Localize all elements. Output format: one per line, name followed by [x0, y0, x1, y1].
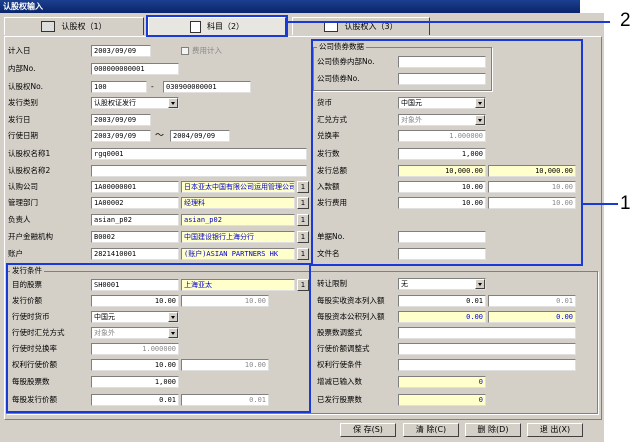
issue-type-value: 认股权证发行 — [94, 99, 136, 107]
adjust-field[interactable] — [398, 327, 576, 339]
person-label: 负责人 — [8, 215, 31, 224]
exercise-to-field[interactable]: 2004/09/09 — [170, 130, 230, 142]
warrant-no-b-field[interactable]: 030900000001 — [163, 81, 251, 93]
subscribe-co-label: 认购公司 — [8, 182, 38, 191]
dash-text: - — [151, 82, 154, 91]
warrant-no-label: 认股权No. — [8, 82, 43, 91]
bank-name-field: 中国建设银行上海分行 — [181, 231, 295, 243]
capital-field[interactable]: 0.01 — [398, 295, 486, 307]
reserve-field: 0.00 — [398, 311, 486, 323]
issued-label: 已发行股票数 — [317, 395, 362, 404]
price-adjust-field[interactable] — [398, 343, 576, 355]
warrant-no-a-field[interactable]: 100 — [91, 81, 147, 93]
save-button[interactable]: 保 存(S) — [340, 423, 396, 437]
price-adjust-label: 行使价额调整式 — [317, 344, 370, 353]
panel-callout-line — [583, 203, 618, 205]
reserve-base-field: 0.00 — [488, 311, 576, 323]
fee-checkbox[interactable] — [181, 47, 189, 55]
tilde-text: ～ — [155, 131, 165, 141]
bank-label: 开户金融机构 — [8, 232, 53, 241]
name1-field[interactable]: rgq0001 — [91, 148, 307, 160]
added-label: 增减已输入数 — [317, 377, 362, 386]
exercise-cond-label: 权利行使条件 — [317, 360, 362, 369]
adjust-label: 股票数调整式 — [317, 328, 362, 337]
tab-callout-line — [288, 21, 610, 23]
account-lookup-button[interactable]: 1 — [297, 248, 309, 260]
subscribe-co-name-field: 日本亚太中国有限公司运用管理公司 — [181, 181, 295, 193]
clear-button[interactable]: 清 除(C) — [403, 423, 459, 437]
manage-dept-code-field[interactable]: 1A00002 — [91, 197, 179, 209]
exercise-cond-field[interactable] — [398, 359, 576, 371]
input-date-field[interactable]: 2003/09/09 — [91, 45, 151, 57]
name2-label: 认股权名称2 — [8, 166, 51, 175]
window-title: 认股权输入 — [0, 0, 580, 13]
issue-type-select[interactable]: 认股权证发行 — [91, 97, 179, 109]
internal-no-field[interactable]: 000000000001 — [91, 63, 179, 75]
person-code-field[interactable]: asian_p02 — [91, 214, 179, 226]
chevron-down-icon[interactable] — [168, 98, 178, 108]
manage-dept-label: 管理部门 — [8, 198, 38, 207]
name2-field[interactable] — [91, 165, 307, 177]
subscribe-co-lookup-button[interactable]: 1 — [297, 181, 309, 193]
tab-highlight-box — [146, 15, 288, 37]
book-icon — [41, 21, 56, 32]
manage-dept-name-field: 经理科 — [181, 197, 295, 209]
person-lookup-button[interactable]: 1 — [297, 214, 309, 226]
subscribe-co-code-field[interactable]: 1A00000001 — [91, 181, 179, 193]
added-field: 0 — [398, 376, 486, 388]
chevron-down-icon[interactable] — [475, 279, 485, 289]
issue-date-label: 发行日 — [8, 115, 31, 124]
manage-dept-lookup-button[interactable]: 1 — [297, 197, 309, 209]
transfer-limit-value: 无 — [401, 280, 408, 288]
capital-label: 每股实收资本列入额 — [317, 296, 385, 305]
issue-date-field[interactable]: 2003/09/09 — [91, 114, 151, 126]
bank-code-field[interactable]: B0002 — [91, 231, 179, 243]
issue-type-label: 发行类别 — [8, 98, 38, 107]
name1-label: 认股权名称1 — [8, 149, 51, 158]
exit-button[interactable]: 退 出(X) — [527, 423, 583, 437]
tab-warrant-label: 认股权（1） — [61, 22, 107, 31]
tab-warrant[interactable]: 认股权（1） — [4, 17, 144, 35]
account-label: 账户 — [8, 249, 23, 258]
internal-no-label: 内部No. — [8, 64, 36, 73]
transfer-limit-label: 转让限制 — [317, 279, 347, 288]
fee-checkbox-label: 费用计入 — [192, 46, 222, 55]
account-name-field: (账户)ASIAN PARTNERS HK — [181, 248, 295, 260]
delete-button[interactable]: 删 除(D) — [465, 423, 521, 437]
tab-callout-number: 2 — [620, 10, 631, 31]
transfer-limit-select[interactable]: 无 — [398, 278, 486, 290]
tab-warrant-in-label: 认股权入（3） — [344, 22, 398, 31]
left-highlight-box — [6, 263, 311, 413]
exercise-period-label: 行使日期 — [8, 131, 38, 140]
issued-field: 0 — [398, 394, 486, 406]
exercise-from-field[interactable]: 2003/09/09 — [91, 130, 151, 142]
tab-warrant-in[interactable]: 认股权入（3） — [292, 17, 430, 35]
account-code-field[interactable]: 2821410001 — [91, 248, 179, 260]
input-date-label: 计入日 — [8, 46, 31, 55]
reserve-label: 每股资本公积列入额 — [317, 312, 385, 321]
right-highlight-box — [311, 39, 583, 266]
bank-lookup-button[interactable]: 1 — [297, 231, 309, 243]
person-name-field: asian_p02 — [181, 214, 295, 226]
capital-base-field: 0.01 — [488, 295, 576, 307]
panel-callout-number: 1 — [620, 193, 631, 214]
